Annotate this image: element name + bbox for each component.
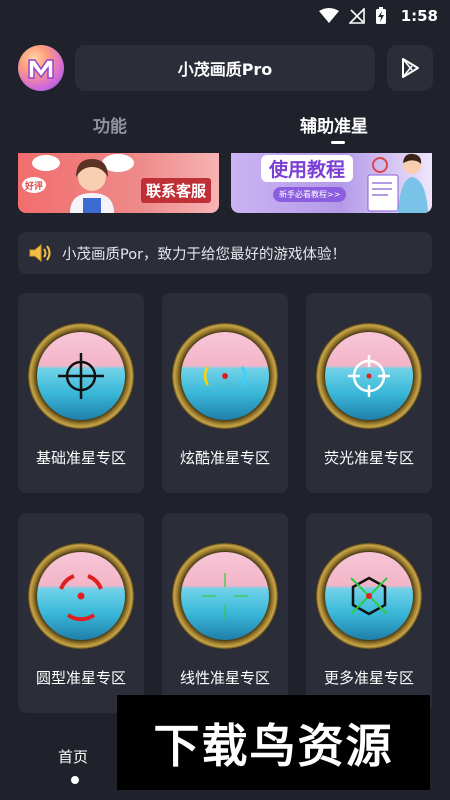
scope-red-circle-icon [28, 543, 134, 649]
crosshair-card-fluorescent[interactable]: 荧光准星专区 [306, 293, 432, 493]
review-bubble-text: 好评 [25, 182, 44, 192]
watermark: 下载鸟资源 [117, 695, 430, 790]
tutorial-banner[interactable]: 使用教程 新手必看教程>> [231, 153, 432, 213]
tutorial-sub-label: 新手必看教程>> [273, 187, 347, 202]
card-label: 线性准星专区 [179, 669, 270, 687]
app-title: 小茂画质Pro [75, 45, 375, 91]
no-signal-icon [348, 8, 365, 24]
tab-crosshair[interactable]: 辅助准星 [300, 112, 368, 137]
crosshair-card-cool[interactable]: 炫酷准星专区 [162, 293, 288, 493]
tutorial-label: 使用教程 [261, 155, 354, 182]
card-label: 荧光准星专区 [323, 449, 414, 467]
scope-crosshair-icon [28, 323, 134, 429]
speaker-icon [29, 243, 51, 263]
app-logo-icon[interactable] [18, 45, 64, 91]
contact-service-banner[interactable]: 好评 联系客服 [18, 153, 219, 213]
wifi-icon [318, 8, 339, 23]
battery-charging-icon [375, 7, 386, 24]
tab-function[interactable]: 功能 [93, 112, 127, 137]
card-label: 更多准星专区 [323, 669, 414, 687]
nav-home[interactable]: 首页 [58, 746, 88, 767]
scope-bracket-icon [172, 323, 278, 429]
notice-bar: 小茂画质Por，致力于给您最好的游戏体验！ [18, 232, 432, 274]
contact-service-label: 联系客服 [140, 178, 211, 203]
notice-text: 小茂画质Por，致力于给您最好的游戏体验！ [62, 246, 347, 263]
play-store-icon [402, 58, 419, 78]
card-label: 圆型准星专区 [35, 669, 126, 687]
tab-indicator [331, 141, 345, 144]
tutorial-illustration [367, 153, 428, 213]
scope-lines-icon [172, 543, 278, 649]
status-time: 1:58 [400, 7, 438, 25]
crosshair-card-linear[interactable]: 线性准星专区 [162, 513, 288, 713]
crosshair-card-more[interactable]: 更多准星专区 [306, 513, 432, 713]
nav-active-dot [71, 776, 79, 784]
scope-circle-cross-icon [316, 323, 422, 429]
crosshair-card-basic[interactable]: 基础准星专区 [18, 293, 144, 493]
scope-hexagon-icon [316, 543, 422, 649]
play-store-button[interactable] [387, 45, 433, 91]
crosshair-card-round[interactable]: 圆型准星专区 [18, 513, 144, 713]
status-bar: 1:58 [0, 0, 450, 32]
card-label: 基础准星专区 [35, 449, 126, 467]
card-label: 炫酷准星专区 [179, 449, 270, 467]
